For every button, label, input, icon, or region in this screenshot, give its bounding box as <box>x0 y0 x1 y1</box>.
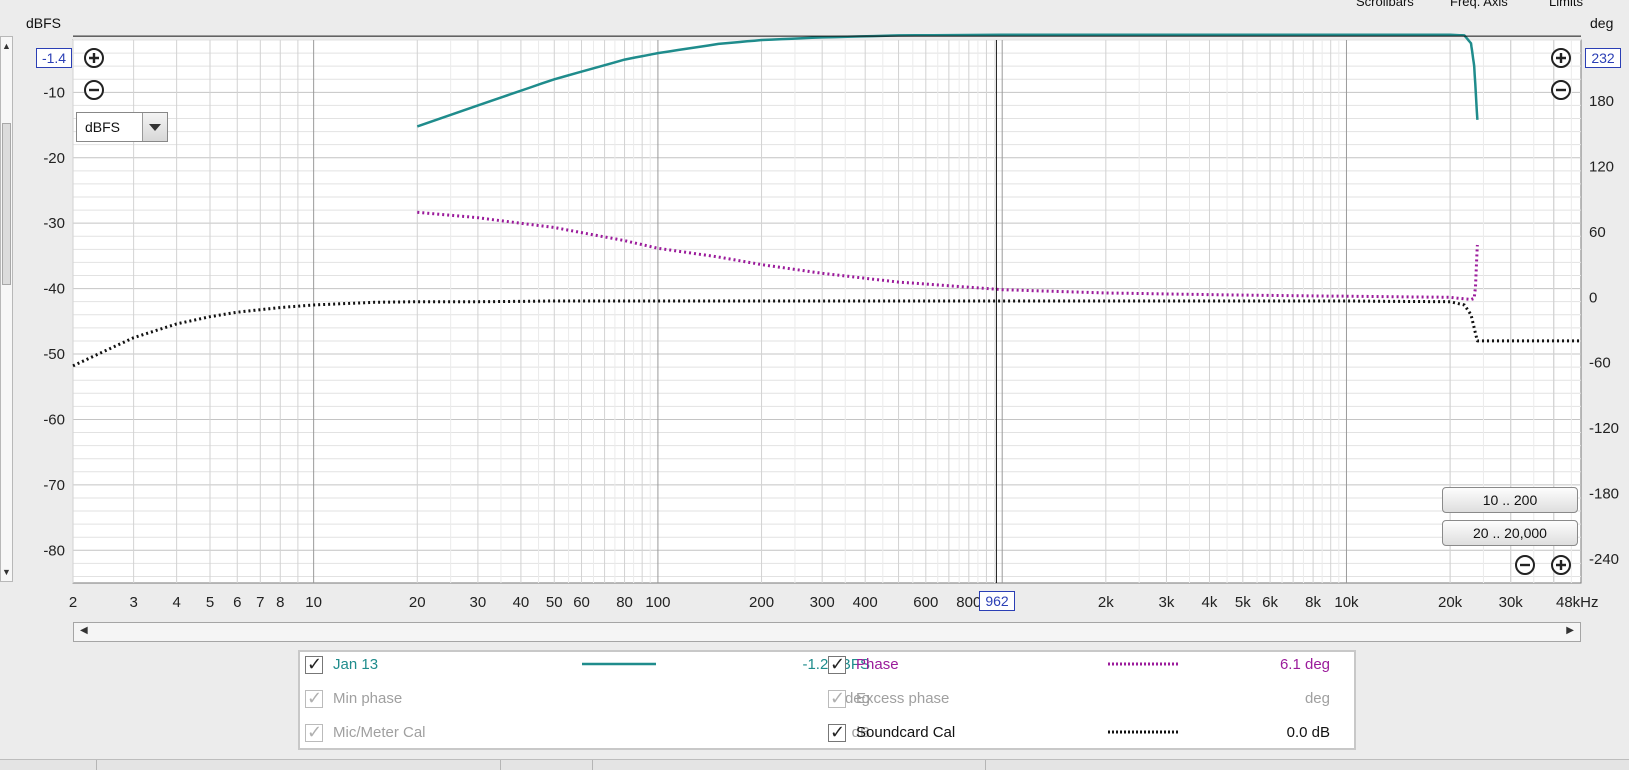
plot-area[interactable] <box>72 39 1582 584</box>
y-tick-label-left: -50 <box>43 346 65 363</box>
x-tick-label: 6 <box>233 594 241 611</box>
x-tick-label: 5 <box>206 594 214 611</box>
x-tick-label: 300 <box>810 594 835 611</box>
checkbox-jan-13[interactable] <box>305 654 323 675</box>
y-tick-label-left: -80 <box>43 542 65 559</box>
y-tick-label-right: 0 <box>1589 289 1597 306</box>
x-tick-label: 20 <box>409 594 426 611</box>
cursor-phase-readout: 232 <box>1585 48 1621 68</box>
y-tick-label-right: -60 <box>1589 355 1611 372</box>
legend-value-mic-meter-cal: dB <box>851 724 870 741</box>
zoom-in-right-icon[interactable] <box>1549 46 1573 70</box>
checkbox-phase[interactable] <box>828 654 846 675</box>
y-tick-label-left: -10 <box>43 84 65 101</box>
x-tick-label: 10k <box>1334 594 1359 611</box>
zoom-out-left-icon[interactable] <box>82 78 106 102</box>
x-tick-label: 8 <box>276 594 284 611</box>
y-tick-label-right: -120 <box>1589 420 1619 437</box>
legend-value-phase: 6.1 deg <box>1279 656 1330 673</box>
x-tick-label: 8k <box>1305 594 1321 611</box>
y-tick-label-left: -20 <box>43 150 65 167</box>
x-tick-label: 5k <box>1235 594 1251 611</box>
y-tick-label-right: -180 <box>1589 486 1619 503</box>
legend-value-soundcard-cal: 0.0 dB <box>1286 724 1330 741</box>
zoom-in-x-icon[interactable] <box>1549 553 1573 577</box>
checkbox-mic-meter-cal[interactable] <box>305 722 323 743</box>
legend-label-mic-meter-cal: Mic/Meter Cal <box>333 724 426 741</box>
unit-dropdown[interactable]: dBFS <box>76 112 168 142</box>
y-tick-label-right: 180 <box>1589 93 1614 110</box>
y-tick-label-left: -30 <box>43 215 65 232</box>
y-tick-label-right: 60 <box>1589 224 1606 241</box>
unit-dropdown-value: dBFS <box>85 119 121 135</box>
frequency-response-chart[interactable]: -10-20-30-40-50-60-70-80 180120600-60-12… <box>0 0 1629 620</box>
zoom-out-right-icon[interactable] <box>1549 78 1573 102</box>
legend-swatch-phase <box>1108 662 1180 666</box>
x-tick-label: 400 <box>853 594 878 611</box>
x-tick-label: 20k <box>1438 594 1463 611</box>
x-tick-label: 3 <box>129 594 137 611</box>
x-tick-label: 2 <box>69 594 77 611</box>
scroll-left-arrow-icon[interactable]: ◀ <box>80 625 88 636</box>
range-10-200-button[interactable]: 10 .. 200 <box>1442 487 1578 513</box>
legend-value-min-phase: deg <box>844 690 870 707</box>
x-tick-label: 2k <box>1098 594 1114 611</box>
x-tick-label: 7 <box>256 594 264 611</box>
checkbox-soundcard-cal[interactable] <box>828 722 846 743</box>
checkbox-min-phase[interactable] <box>305 688 323 709</box>
y-tick-label-right: 120 <box>1589 158 1614 175</box>
zoom-in-left-icon[interactable] <box>82 46 106 70</box>
x-tick-label: 30 <box>470 594 487 611</box>
horizontal-scrollbar[interactable]: ◀ ▶ <box>73 622 1581 642</box>
x-tick-label: 10 <box>305 594 322 611</box>
x-tick-label: 48kHz <box>1556 594 1599 611</box>
legend-label-soundcard-cal: Soundcard Cal <box>856 724 956 741</box>
legend-panel: Jan 13 -1.2 dBFS Phase 6.1 deg Min phase… <box>298 650 1356 750</box>
dropdown-arrow-icon[interactable] <box>142 113 167 141</box>
x-tick-label: 600 <box>913 594 938 611</box>
range-20-20000-button[interactable]: 20 .. 20,000 <box>1442 520 1578 546</box>
legend-swatch-jan-13 <box>582 662 656 666</box>
y-tick-label-left: -60 <box>43 411 65 428</box>
legend-label-phase: Phase <box>856 656 899 673</box>
x-tick-label: 40 <box>513 594 530 611</box>
y-tick-label-left: -40 <box>43 281 65 298</box>
cursor-frequency-readout: 962 <box>979 591 1015 611</box>
x-tick-label: 100 <box>645 594 670 611</box>
legend-label-min-phase: Min phase <box>333 690 403 707</box>
x-tick-label: 4 <box>172 594 180 611</box>
x-tick-label: 80 <box>616 594 633 611</box>
cursor-level-readout: -1.4 <box>36 48 72 68</box>
zoom-out-x-icon[interactable] <box>1513 553 1537 577</box>
scroll-right-arrow-icon[interactable]: ▶ <box>1566 625 1574 636</box>
x-tick-label: 200 <box>749 594 774 611</box>
checkbox-excess-phase[interactable] <box>828 688 846 709</box>
legend-swatch-soundcard-cal <box>1108 730 1180 734</box>
y-tick-label-right: -240 <box>1589 551 1619 568</box>
legend-value-excess-phase: deg <box>1304 690 1330 707</box>
x-tick-label: 3k <box>1159 594 1175 611</box>
status-bar <box>0 759 1629 770</box>
x-tick-label: 6k <box>1262 594 1278 611</box>
x-tick-label: 4k <box>1202 594 1218 611</box>
x-tick-label: 60 <box>573 594 590 611</box>
x-tick-label: 50 <box>546 594 563 611</box>
legend-label-excess-phase: Excess phase <box>856 690 950 707</box>
x-tick-label: 30k <box>1499 594 1524 611</box>
legend-label-jan-13: Jan 13 <box>333 656 379 673</box>
x-tick-label: 800 <box>956 594 981 611</box>
legend-value-jan-13: -1.2 dBFS <box>802 656 870 673</box>
y-tick-label-left: -70 <box>43 477 65 494</box>
